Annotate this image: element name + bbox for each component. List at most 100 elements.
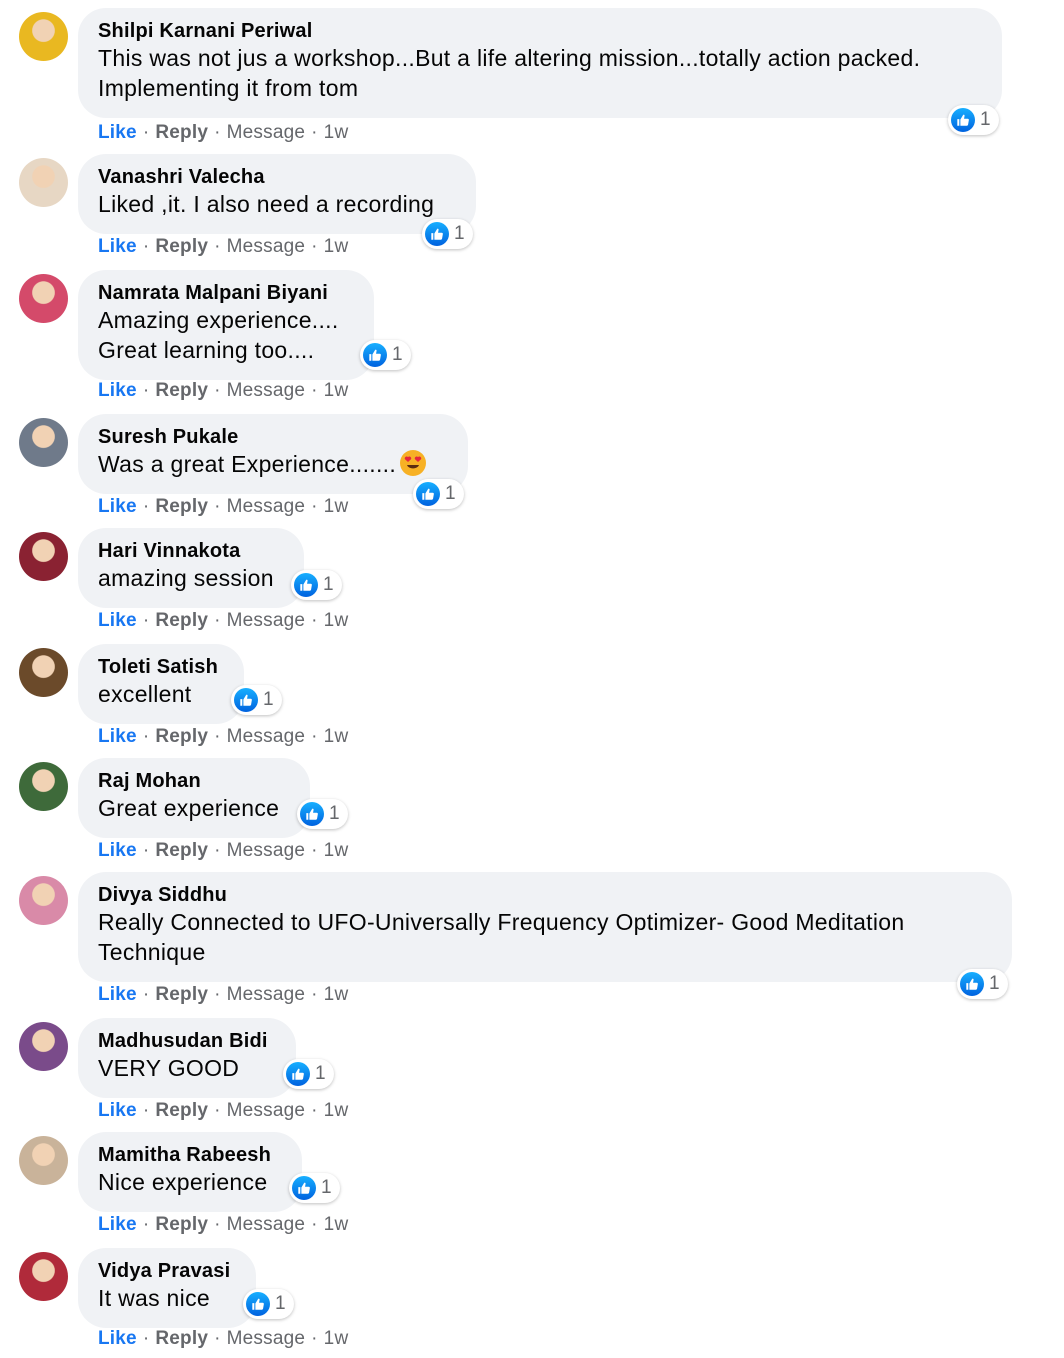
reply-link[interactable]: Reply (155, 496, 208, 518)
message-link[interactable]: Message (227, 610, 306, 632)
comment-text-line: Really Connected to UFO-Universally Freq… (98, 909, 905, 935)
comment-timestamp[interactable]: 1w (324, 610, 349, 632)
like-link[interactable]: Like (98, 236, 137, 258)
comment-text-line: excellent (98, 681, 192, 707)
reply-link[interactable]: Reply (155, 380, 208, 402)
separator-dot: · (142, 496, 150, 517)
like-link[interactable]: Like (98, 610, 137, 632)
comment-author[interactable]: Namrata Malpani Biyani (98, 281, 354, 305)
comment-text-line: VERY GOOD (98, 1055, 240, 1081)
comment-author[interactable]: Suresh Pukale (98, 425, 448, 449)
comment-bubble: Hari Vinnakota amazing session (78, 528, 304, 608)
message-link[interactable]: Message (227, 236, 306, 258)
comment-timestamp[interactable]: 1w (324, 236, 349, 258)
message-link[interactable]: Message (227, 1328, 306, 1350)
reaction-count[interactable]: 1 (243, 1289, 294, 1319)
reaction-count-label: 1 (329, 803, 340, 824)
avatar[interactable] (19, 1022, 68, 1071)
like-thumbs-up-icon (951, 108, 975, 132)
separator-dot: · (311, 122, 318, 143)
separator-dot: · (142, 1328, 150, 1349)
avatar[interactable] (19, 762, 68, 811)
reaction-count[interactable]: 1 (291, 570, 342, 600)
like-link[interactable]: Like (98, 840, 137, 862)
reaction-count[interactable]: 1 (948, 105, 999, 135)
comment-bubble: Mamitha Rabeesh Nice experience (78, 1132, 302, 1212)
like-link[interactable]: Like (98, 984, 137, 1006)
comment-timestamp[interactable]: 1w (324, 840, 349, 862)
avatar[interactable] (19, 532, 68, 581)
reaction-count[interactable]: 1 (413, 479, 464, 509)
separator-dot: · (214, 122, 221, 143)
comment-author[interactable]: Raj Mohan (98, 769, 290, 793)
like-link[interactable]: Like (98, 496, 137, 518)
like-link[interactable]: Like (98, 1100, 137, 1122)
comment-timestamp[interactable]: 1w (324, 122, 349, 144)
comment-author[interactable]: Vidya Pravasi (98, 1259, 236, 1283)
like-link[interactable]: Like (98, 1328, 137, 1350)
reply-link[interactable]: Reply (155, 236, 208, 258)
like-thumbs-up-icon (246, 1292, 270, 1316)
comment-timestamp[interactable]: 1w (324, 1214, 349, 1236)
separator-dot: · (311, 1214, 318, 1235)
message-link[interactable]: Message (227, 726, 306, 748)
avatar[interactable] (19, 12, 68, 61)
separator-dot: · (311, 1328, 318, 1349)
like-link[interactable]: Like (98, 122, 137, 144)
comment-text-line: It was nice (98, 1285, 210, 1311)
reaction-count[interactable]: 1 (360, 340, 411, 370)
comment-timestamp[interactable]: 1w (324, 496, 349, 518)
message-link[interactable]: Message (227, 1214, 306, 1236)
reaction-count[interactable]: 1 (957, 969, 1008, 999)
avatar[interactable] (19, 158, 68, 207)
reply-link[interactable]: Reply (155, 610, 208, 632)
comment-timestamp[interactable]: 1w (324, 380, 349, 402)
comment-author[interactable]: Hari Vinnakota (98, 539, 284, 563)
reaction-count[interactable]: 1 (231, 685, 282, 715)
message-link[interactable]: Message (227, 984, 306, 1006)
comment-actions: Like · Reply · Message · 1w (98, 380, 348, 402)
comment-text-line: This was not jus a workshop...But a life… (98, 45, 921, 71)
reaction-count[interactable]: 1 (422, 219, 473, 249)
avatar[interactable] (19, 418, 68, 467)
like-link[interactable]: Like (98, 1214, 137, 1236)
reaction-count[interactable]: 1 (283, 1059, 334, 1089)
like-link[interactable]: Like (98, 380, 137, 402)
reply-link[interactable]: Reply (155, 1328, 208, 1350)
comment-actions: Like · Reply · Message · 1w (98, 1100, 348, 1122)
avatar[interactable] (19, 876, 68, 925)
comment-author[interactable]: Madhusudan Bidi (98, 1029, 276, 1053)
comment-actions: Like · Reply · Message · 1w (98, 496, 348, 518)
avatar[interactable] (19, 1252, 68, 1301)
reply-link[interactable]: Reply (155, 1100, 208, 1122)
reaction-count[interactable]: 1 (297, 799, 348, 829)
message-link[interactable]: Message (227, 1100, 306, 1122)
message-link[interactable]: Message (227, 380, 306, 402)
comment-author[interactable]: Toleti Satish (98, 655, 224, 679)
comment-bubble: Vanashri Valecha Liked ,it. I also need … (78, 154, 476, 234)
comment-timestamp[interactable]: 1w (324, 1100, 349, 1122)
reply-link[interactable]: Reply (155, 840, 208, 862)
reply-link[interactable]: Reply (155, 726, 208, 748)
comment-bubble: Madhusudan Bidi VERY GOOD (78, 1018, 296, 1098)
comment-timestamp[interactable]: 1w (324, 1328, 349, 1350)
reply-link[interactable]: Reply (155, 984, 208, 1006)
avatar[interactable] (19, 648, 68, 697)
reply-link[interactable]: Reply (155, 1214, 208, 1236)
comment-timestamp[interactable]: 1w (324, 984, 349, 1006)
like-link[interactable]: Like (98, 726, 137, 748)
message-link[interactable]: Message (227, 496, 306, 518)
comment-author[interactable]: Mamitha Rabeesh (98, 1143, 282, 1167)
reaction-count[interactable]: 1 (289, 1173, 340, 1203)
comment-author[interactable]: Shilpi Karnani Periwal (98, 19, 982, 43)
message-link[interactable]: Message (227, 122, 306, 144)
comment-actions: Like · Reply · Message · 1w (98, 236, 348, 258)
avatar[interactable] (19, 274, 68, 323)
comment-timestamp[interactable]: 1w (324, 726, 349, 748)
comment-author[interactable]: Divya Siddhu (98, 883, 992, 907)
avatar[interactable] (19, 1136, 68, 1185)
message-link[interactable]: Message (227, 840, 306, 862)
like-thumbs-up-icon (300, 802, 324, 826)
comment-author[interactable]: Vanashri Valecha (98, 165, 456, 189)
reply-link[interactable]: Reply (155, 122, 208, 144)
